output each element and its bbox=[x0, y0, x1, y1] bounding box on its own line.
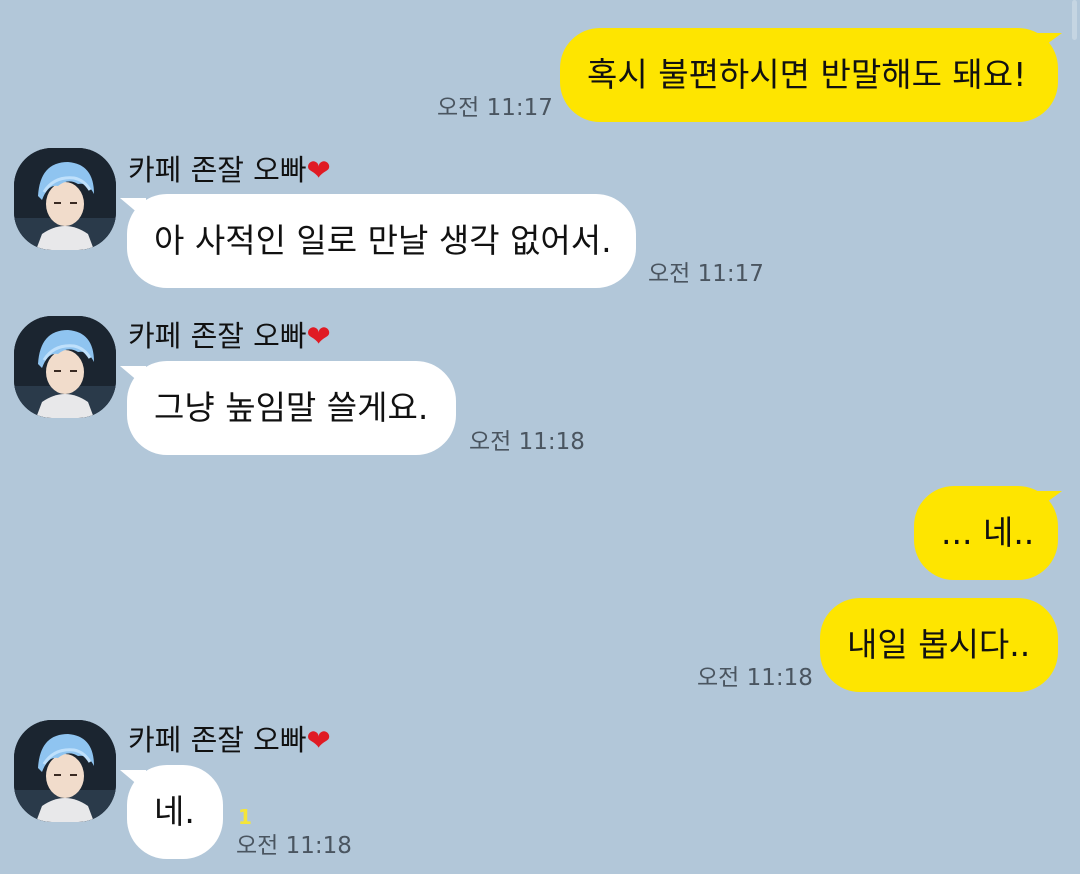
sender-name: 카페 존잘 오빠❤ bbox=[128, 723, 331, 757]
sender-name: 카페 존잘 오빠❤ bbox=[128, 153, 331, 187]
message-bubble[interactable]: 아 사적인 일로 만날 생각 없어서. bbox=[127, 194, 636, 288]
message-text: 그냥 높임말 쓸게요. bbox=[154, 388, 429, 427]
message-bubble[interactable]: ... 네.. bbox=[914, 486, 1058, 580]
message-time: 오전 11:17 bbox=[437, 95, 553, 121]
message-time: 오전 11:18 bbox=[236, 833, 352, 859]
message-time: 오전 11:17 bbox=[648, 261, 764, 287]
heart-icon: ❤ bbox=[306, 319, 331, 353]
sender-avatar[interactable] bbox=[14, 316, 116, 418]
message-bubble[interactable]: 혹시 불편하시면 반말해도 돼요! bbox=[560, 28, 1058, 122]
message-text: 혹시 불편하시면 반말해도 돼요! bbox=[587, 55, 1027, 94]
message-bubble[interactable]: 그냥 높임말 쓸게요. bbox=[127, 361, 456, 455]
message-time: 오전 11:18 bbox=[469, 429, 585, 455]
heart-icon: ❤ bbox=[306, 723, 331, 757]
scrollbar[interactable] bbox=[1072, 0, 1077, 40]
message-bubble[interactable]: 네. bbox=[127, 765, 223, 859]
sender-avatar[interactable] bbox=[14, 148, 116, 250]
heart-icon: ❤ bbox=[306, 153, 331, 187]
message-text: 아 사적인 일로 만날 생각 없어서. bbox=[154, 221, 612, 260]
message-text: ... 네.. bbox=[941, 513, 1035, 552]
message-time: 오전 11:18 bbox=[697, 665, 813, 691]
profile-photo-icon bbox=[14, 720, 116, 822]
message-text: 내일 봅시다.. bbox=[847, 625, 1031, 664]
sender-avatar[interactable] bbox=[14, 720, 116, 822]
unread-count: 1 bbox=[238, 805, 252, 829]
message-text: 네. bbox=[154, 792, 195, 831]
profile-photo-icon bbox=[14, 148, 116, 250]
sender-name: 카페 존잘 오빠❤ bbox=[128, 319, 331, 353]
message-bubble[interactable]: 내일 봅시다.. bbox=[820, 598, 1058, 692]
chat-room[interactable]: 혹시 불편하시면 반말해도 돼요! 오전 11:17 카페 존잘 오빠❤ 아 사… bbox=[0, 0, 1080, 874]
profile-photo-icon bbox=[14, 316, 116, 418]
